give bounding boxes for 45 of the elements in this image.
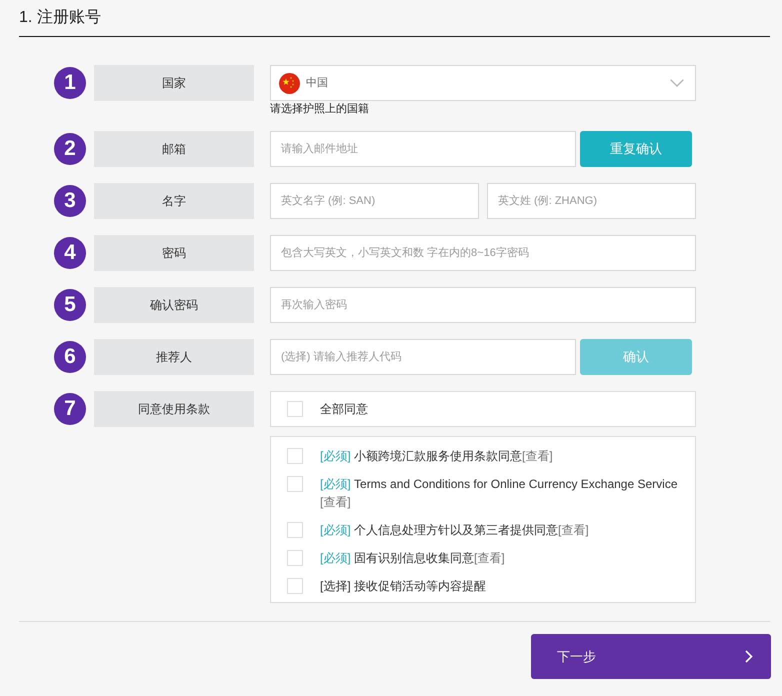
chevron-down-icon (670, 79, 684, 87)
flag-icon (279, 72, 300, 94)
step-number: 2 (54, 133, 86, 165)
text-field[interactable]: (选择) 请输入推荐人代码 (270, 339, 576, 375)
field-label: 推荐人 (94, 339, 254, 375)
country-select[interactable]: 中国 (270, 65, 696, 101)
view-link[interactable]: [查看] (320, 493, 351, 511)
step-number: 6 (54, 341, 86, 373)
field-label: 密码 (94, 235, 254, 271)
step-number: 3 (54, 185, 86, 217)
field-label: 确认密码 (94, 287, 254, 323)
step-number: 5 (54, 289, 86, 321)
checkbox[interactable] (287, 578, 303, 594)
terms-text: [必须] 小额跨境汇款服务使用条款同意[查看] (320, 447, 553, 465)
chevron-right-icon (745, 650, 753, 663)
password-field[interactable]: 包含大写英文，小写英文和数 字在内的8~16字密码 (270, 235, 696, 271)
checkbox[interactable] (287, 401, 303, 417)
field-label: 邮箱 (94, 131, 254, 167)
step-number: 7 (54, 393, 86, 425)
password-field[interactable]: 再次输入密码 (270, 287, 696, 323)
checkbox[interactable] (287, 522, 303, 538)
step-number: 1 (54, 67, 86, 99)
hint-text: 请选择护照上的国籍 (270, 103, 370, 115)
terms-text: [必须] 固有识别信息收集同意[查看] (320, 549, 505, 567)
confirm-button[interactable]: 重复确认 (580, 131, 692, 167)
name-field[interactable]: 英文姓 (例: ZHANG) (487, 183, 696, 219)
checkbox[interactable] (287, 448, 303, 464)
field-label: 国家 (94, 65, 254, 101)
next-button[interactable]: 下一步 (531, 634, 771, 679)
step-number: 4 (54, 237, 86, 269)
terms-text: [必须] Terms and Conditions for Online Currency Exchange Service [查看] (320, 476, 678, 511)
field-label: 同意使用条款 (94, 391, 254, 427)
checkbox[interactable] (287, 550, 303, 566)
view-link[interactable]: [查看] (522, 447, 553, 465)
view-link[interactable]: [查看] (558, 521, 589, 539)
section-title: 1. 注册账号 (19, 8, 102, 28)
agree-all-label: 全部同意 (320, 401, 368, 418)
terms-text: [选择] 接收促销活动等内容提醒 (320, 578, 486, 595)
field-label: 名字 (94, 183, 254, 219)
country-value: 中国 (306, 76, 328, 91)
text-field[interactable]: 请输入邮件地址 (270, 131, 576, 167)
terms-text: [必须] 个人信息处理方针以及第三者提供同意[查看] (320, 521, 589, 539)
name-field[interactable]: 英文名字 (例: SAN) (270, 183, 479, 219)
view-link[interactable]: [查看] (474, 549, 505, 567)
checkbox[interactable] (287, 476, 303, 492)
